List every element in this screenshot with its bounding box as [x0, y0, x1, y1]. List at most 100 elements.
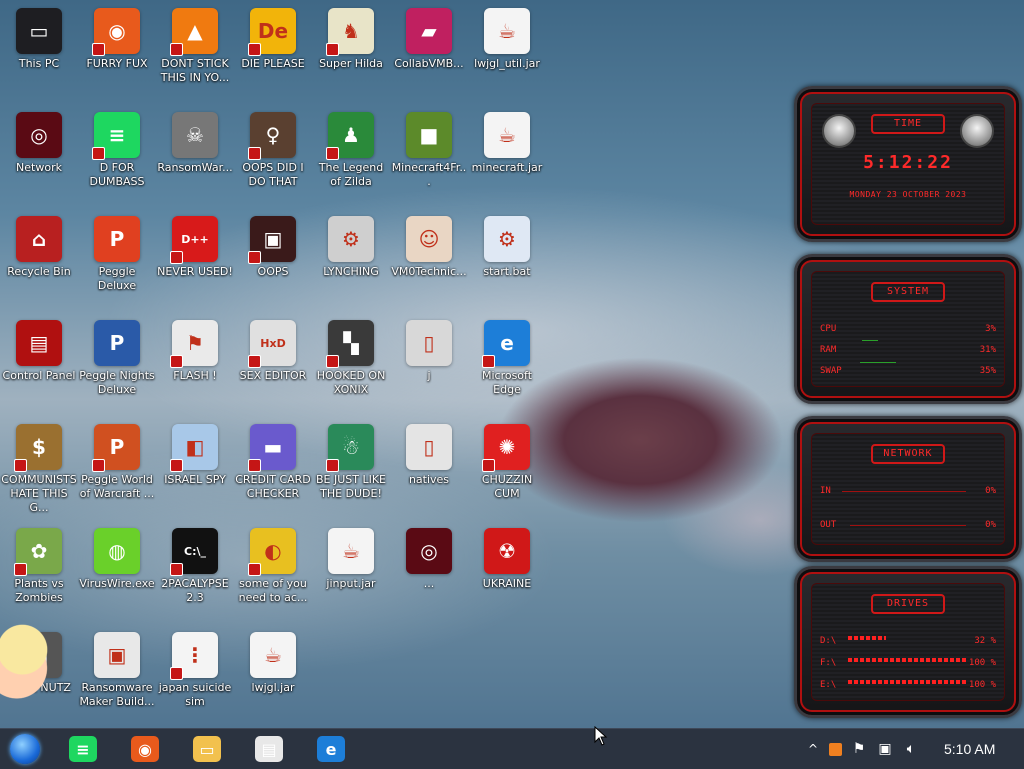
- desktop-icon-glyph: ▲: [187, 19, 203, 43]
- time-clock: 5:12:22: [863, 152, 953, 173]
- desktop-icon[interactable]: P Peggle Nights Deluxe: [78, 314, 156, 418]
- taskbar-pinned-app[interactable]: ▭: [190, 733, 224, 765]
- taskbar-clock[interactable]: 5:10 AM: [944, 741, 995, 757]
- desktop-icon[interactable]: ♞ Super Hilda: [312, 2, 390, 106]
- desktop-icon[interactable]: ☕ minecraft.jar: [468, 106, 546, 210]
- desktop-icon[interactable]: De DIE PLEASE: [234, 2, 312, 106]
- desktop-icon[interactable]: ▬ CREDIT CARD CHECKER: [234, 418, 312, 522]
- desktop-icon-label: jinput.jar: [326, 577, 376, 590]
- network-tray-icon[interactable]: ▣: [872, 741, 898, 757]
- desktop-icon-image: ◍: [94, 528, 140, 574]
- taskbar-icon-glyph: e: [325, 739, 337, 759]
- desktop-icon-label: BE JUST LIKE THE DUDE!: [315, 473, 387, 500]
- desktop-icon[interactable]: D++ NEVER USED!: [156, 210, 234, 314]
- desktop-icon[interactable]: ▭ This PC: [0, 2, 78, 106]
- desktop-icon[interactable]: P Peggle Deluxe: [78, 210, 156, 314]
- desktop-icon[interactable]: ▯ natives: [390, 418, 468, 522]
- desktop-icon-image: De: [248, 8, 296, 56]
- show-hidden-icons-button[interactable]: ^: [802, 742, 824, 756]
- drives-widget: DRIVES D:\ 32 % F:\ 100 % E:\ 100 %: [794, 566, 1022, 718]
- edge-icon: e: [317, 736, 345, 762]
- desktop-icon[interactable]: ☢ UKRAINE: [468, 522, 546, 626]
- desktop-icon[interactable]: ☕ lwjgl.jar: [234, 626, 312, 730]
- desktop-icon-label: ...: [423, 577, 435, 590]
- desktop-icon-image: ♞: [326, 8, 374, 56]
- shortcut-badge-icon: [248, 43, 261, 56]
- desktop-icon[interactable]: ◍ VirusWire.exe: [78, 522, 156, 626]
- action-center-flag-icon[interactable]: ⚑: [846, 741, 872, 757]
- firefox-icon: ◉: [131, 736, 159, 762]
- desktop-icon[interactable]: ◉ FURRY FUX: [78, 2, 156, 106]
- taskbar-icon-glyph: ◉: [138, 739, 152, 759]
- desktop-icon-label: Super Hilda: [319, 57, 383, 70]
- start-button[interactable]: [8, 733, 42, 765]
- desktop-icon-label: Peggle World of Warcraft ...: [79, 473, 155, 500]
- desktop-icon[interactable]: e Microsoft Edge: [468, 314, 546, 418]
- desktop-icon[interactable]: ⚙ LYNCHING: [312, 210, 390, 314]
- desktop-icon-glyph: ♟: [342, 123, 360, 147]
- taskbar-pinned-app[interactable]: ≡: [66, 733, 100, 765]
- desktop-icon[interactable]: ◐ some of you need to ac...: [234, 522, 312, 626]
- desktop-icon[interactable]: ☃ BE JUST LIKE THE DUDE!: [312, 418, 390, 522]
- desktop-icon[interactable]: ♀ OOPS DID I DO THAT: [234, 106, 312, 210]
- desktop-icon[interactable]: ⋮ japan suicide sim: [156, 626, 234, 730]
- desktop-icon-label: Minecraft4Fr...: [391, 161, 467, 188]
- desktop-icon-label: HOOKED ON XONIX: [316, 369, 386, 396]
- desktop-icon-glyph: ▰: [421, 19, 437, 43]
- desktop-icon[interactable]: ☺ VM0Technic...: [390, 210, 468, 314]
- desktop-icon[interactable]: ▤ Control Panel: [0, 314, 78, 418]
- desktop-icon[interactable]: ☠ RansomWar...: [156, 106, 234, 210]
- desktop-icon[interactable]: ☕ jinput.jar: [312, 522, 390, 626]
- desktop-icon-glyph: ✺: [498, 435, 516, 459]
- desktop-icon[interactable]: ⚙ start.bat: [468, 210, 546, 314]
- desktop-icon[interactable]: ▰ CollabVMB...: [390, 2, 468, 106]
- desktop-icon[interactable]: P Peggle World of Warcraft ...: [78, 418, 156, 522]
- desktop-icon-glyph: ◎: [30, 123, 48, 147]
- desktop-icon-glyph: ☠: [186, 123, 204, 147]
- desktop-icon-glyph: ⚑: [186, 331, 204, 355]
- drives-widget-title: DRIVES: [871, 594, 945, 614]
- taskbar-pinned-app[interactable]: e: [314, 733, 348, 765]
- desktop-icon[interactable]: ◎...: [390, 522, 468, 626]
- volume-icon[interactable]: 🔈︎: [898, 741, 924, 757]
- tray-app-icon[interactable]: [824, 742, 846, 756]
- desktop-icon-image: ■: [406, 112, 452, 158]
- desktop-icon-glyph: ▯: [423, 331, 435, 355]
- desktop-icon[interactable]: ✺ CHUZZIN CUM: [468, 418, 546, 522]
- desktop-icon-label: VirusWire.exe: [79, 577, 155, 590]
- desktop-icon[interactable]: ◎ Network: [0, 106, 78, 210]
- desktop-icon[interactable]: ⌂ Recycle Bin: [0, 210, 78, 314]
- desktop-icon[interactable]: ▣ OOPS: [234, 210, 312, 314]
- desktop-icon[interactable]: ▚ HOOKED ON XONIX: [312, 314, 390, 418]
- taskbar-pinned-app[interactable]: ▤: [252, 733, 286, 765]
- desktop-icon-glyph: ☕: [498, 19, 516, 43]
- desktop-icon[interactable]: C:\_ 2PACALYPSE 2.3: [156, 522, 234, 626]
- desktop-icon[interactable]: $ COMMUNISTS HATE THIS G...: [0, 418, 78, 522]
- desktop-icon[interactable]: ▲ DONT STICK THIS IN YO...: [156, 2, 234, 106]
- desktop-icon-image: ◧: [170, 424, 218, 472]
- taskbar-pinned-app[interactable]: ◉: [128, 733, 162, 765]
- drive-f-bar: [848, 658, 966, 662]
- desktop-icon-label: CollabVMB...: [394, 57, 464, 70]
- desktop-icon-image: ◎: [16, 112, 62, 158]
- desktop-icon[interactable]: ♟ The Legend of Zilda: [312, 106, 390, 210]
- desktop-icon-label: NEVER USED!: [157, 265, 233, 278]
- desktop-icon[interactable]: ☕ lwjgl_util.jar: [468, 2, 546, 106]
- desktop-icon[interactable]: ▣ Ransomware Maker Build...: [78, 626, 156, 730]
- shortcut-badge-icon: [92, 459, 105, 472]
- desktop-icon-image: ▤: [16, 320, 62, 366]
- desktop-icon-image: ✿: [14, 528, 62, 576]
- taskbar-icon-glyph: ≡: [76, 739, 90, 759]
- start-orb-icon: [10, 734, 40, 764]
- desktop-icon[interactable]: ≡ D FOR DUMBASS: [78, 106, 156, 210]
- desktop-icon[interactable]: ■ Minecraft4Fr...: [390, 106, 468, 210]
- taskbar-icon-glyph: ▤: [261, 739, 277, 759]
- desktop-icon[interactable]: HxD SEX EDITOR: [234, 314, 312, 418]
- desktop-icon-glyph: HxD: [260, 336, 286, 350]
- desktop-icon[interactable]: ▯ j: [390, 314, 468, 418]
- desktop-icon[interactable]: ⚑ FLASH !: [156, 314, 234, 418]
- desktop-icon-label: Control Panel: [2, 369, 76, 382]
- desktop-icon[interactable]: ◧ ISRAEL SPY: [156, 418, 234, 522]
- desktop-icon-glyph: ✿: [30, 539, 48, 563]
- app-window-icon: ▤: [255, 736, 283, 762]
